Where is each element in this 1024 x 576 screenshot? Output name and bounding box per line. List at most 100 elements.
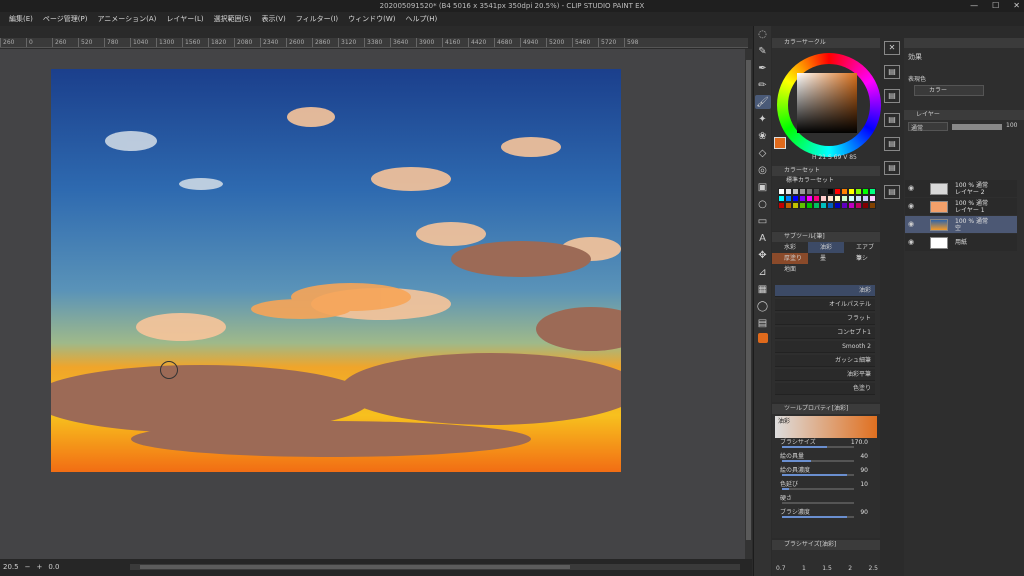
tool-property-slider[interactable] [782, 446, 854, 448]
tool-property-row[interactable]: ブラシサイズ 170.0 [780, 438, 876, 448]
brush-item[interactable]: 油彩平筆 [775, 369, 875, 381]
lasso-icon[interactable]: ◌ [755, 27, 771, 41]
tool-property-row[interactable]: 色延び 10 [780, 480, 876, 490]
property-icon[interactable]: ▤ [884, 89, 900, 103]
color-swatch[interactable] [820, 188, 827, 195]
horizontal-scroll-thumb[interactable] [140, 565, 570, 569]
expression-color-select[interactable]: カラー [914, 85, 984, 96]
subtool-tab-oil[interactable]: 油彩 [808, 242, 844, 253]
airbrush-icon[interactable]: ✦ [755, 112, 771, 126]
brush-item[interactable]: ガッシュ細筆 [775, 355, 875, 367]
color-swatch[interactable] [848, 202, 855, 209]
color-swatch[interactable] [792, 202, 799, 209]
layer-row[interactable]: ◉ 100 % 通常 レイヤー 2 [905, 180, 1017, 197]
tool-property-value[interactable]: 90 [860, 466, 868, 476]
color-swatch[interactable] [806, 195, 813, 202]
eraser-icon[interactable]: ◇ [755, 146, 771, 160]
brush-item[interactable]: フラット [775, 313, 875, 325]
color-swatch[interactable] [778, 195, 785, 202]
color-swatch[interactable] [778, 202, 785, 209]
brush-size-preset[interactable]: 1.5 [822, 565, 832, 572]
color-set-name[interactable]: 標準カラーセット [772, 176, 880, 186]
minimize-button[interactable]: — [970, 0, 978, 12]
close-button[interactable]: ✕ [1013, 0, 1020, 12]
color-swatch[interactable] [869, 202, 876, 209]
tool-property-row[interactable]: 硬さ [780, 494, 876, 504]
color-swatch[interactable] [855, 195, 862, 202]
layer-row[interactable]: ◉ 100 % 通常 レイヤー 1 [905, 198, 1017, 215]
tool-property-row[interactable]: 絵の具量 40 [780, 452, 876, 462]
material-icon[interactable]: ▤ [884, 137, 900, 151]
brush-item[interactable]: 色塗り [775, 383, 875, 395]
color-swatch[interactable] [841, 195, 848, 202]
eye-icon[interactable]: ◉ [908, 238, 914, 246]
layer-row[interactable]: ◉ 用紙 [905, 234, 1017, 251]
subtool-tab-ink[interactable]: 墨 [808, 253, 844, 264]
color-swatch[interactable] [862, 195, 869, 202]
color-swatch[interactable] [869, 188, 876, 195]
brush-size-preset[interactable]: 0.7 [776, 565, 786, 572]
blend-mode-select[interactable]: 通常 [908, 122, 948, 132]
opacity-value[interactable]: 100 [1006, 122, 1017, 131]
vertical-scroll-thumb[interactable] [746, 60, 751, 540]
subview-icon[interactable]: ▤ [884, 65, 900, 79]
correction-icon[interactable]: ▤ [755, 316, 771, 330]
tool-property-row[interactable]: 絵の具濃度 90 [780, 466, 876, 476]
history-icon[interactable]: ▤ [884, 161, 900, 175]
main-color-swatch[interactable] [774, 137, 786, 149]
tool-property-slider[interactable] [782, 474, 854, 476]
zoom-value[interactable]: 20.5 [3, 559, 19, 576]
color-swatch[interactable] [806, 202, 813, 209]
menu-view[interactable]: 表示(V) [256, 12, 290, 26]
brush-item[interactable]: Smooth 2 [775, 341, 875, 353]
eye-icon[interactable]: ◉ [908, 220, 914, 228]
menu-animation[interactable]: アニメーション(A) [92, 12, 161, 26]
menu-help[interactable]: ヘルプ(H) [401, 12, 443, 26]
fill-icon[interactable]: ▣ [755, 180, 771, 194]
brush-size-preset[interactable]: 2 [848, 565, 852, 572]
zoom-out-icon[interactable]: − [25, 559, 31, 576]
brush-item[interactable]: 油彩 [775, 285, 875, 297]
saturation-value-square[interactable] [797, 73, 857, 133]
tool-property-value[interactable]: 90 [860, 508, 868, 518]
ruler-icon[interactable]: ⊿ [755, 265, 771, 279]
menu-selection[interactable]: 選択範囲(S) [209, 12, 257, 26]
color-swatch[interactable] [820, 195, 827, 202]
menu-page[interactable]: ページ管理(P) [38, 12, 93, 26]
color-swatch[interactable] [813, 188, 820, 195]
tool-property-value[interactable]: 40 [860, 452, 868, 462]
auto-action-icon[interactable]: ▤ [884, 185, 900, 199]
color-swatch[interactable] [869, 195, 876, 202]
brush-item[interactable]: オイルパステル [775, 299, 875, 311]
brush-size-preset[interactable]: 2.5 [868, 565, 878, 572]
frame-icon[interactable]: ▭ [755, 214, 771, 228]
color-swatch[interactable] [799, 195, 806, 202]
zoom-in-icon[interactable]: + [36, 559, 42, 576]
menu-edit[interactable]: 編集(E) [4, 12, 38, 26]
color-swatch[interactable] [834, 202, 841, 209]
tool-property-row[interactable]: ブラシ濃度 90 [780, 508, 876, 518]
color-swatch[interactable] [813, 195, 820, 202]
menu-layer[interactable]: レイヤー(L) [161, 12, 208, 26]
color-swatch[interactable] [855, 202, 862, 209]
tool-property-value[interactable]: 10 [860, 480, 868, 490]
color-swatch[interactable] [834, 188, 841, 195]
canvas-artwork[interactable] [51, 69, 621, 472]
eyedropper-icon[interactable]: ✎ [755, 44, 771, 58]
color-swatch[interactable] [785, 188, 792, 195]
menu-window[interactable]: ウィンドウ(W) [343, 12, 400, 26]
eye-icon[interactable]: ◉ [908, 202, 914, 210]
decoration-icon[interactable]: ❀ [755, 129, 771, 143]
brush-icon[interactable]: 🖌 [754, 95, 771, 109]
color-swatch[interactable] [778, 188, 785, 195]
color-swatch[interactable] [855, 188, 862, 195]
color-swatch[interactable] [827, 188, 834, 195]
color-swatch[interactable] [792, 188, 799, 195]
color-swatch[interactable] [820, 202, 827, 209]
color-swatch[interactable] [848, 195, 855, 202]
angle-value[interactable]: 0.0 [48, 559, 59, 576]
color-swatch[interactable] [813, 202, 820, 209]
color-swatch[interactable] [848, 188, 855, 195]
color-swatch[interactable] [785, 195, 792, 202]
current-color-chip[interactable] [757, 333, 768, 343]
